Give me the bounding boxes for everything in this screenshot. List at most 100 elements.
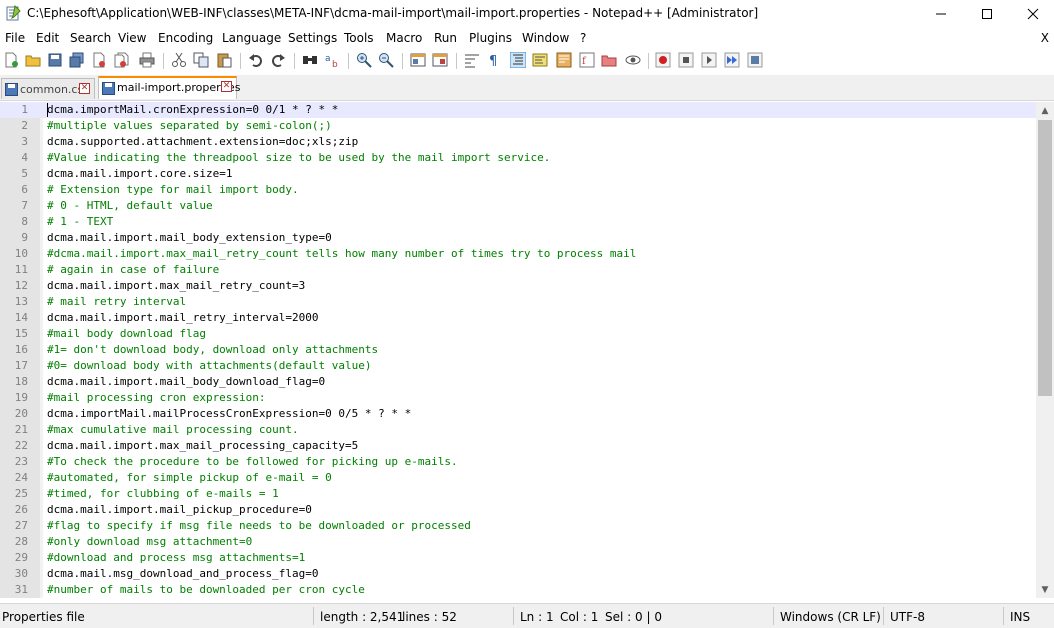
code-line[interactable]: 28 #only download msg attachment=0 xyxy=(0,534,1036,550)
paste-icon[interactable] xyxy=(216,52,232,68)
print-icon[interactable] xyxy=(139,52,155,68)
menu-help[interactable]: ? xyxy=(580,31,586,45)
tab-mail-import-properties[interactable]: mail-import.properties ✕ xyxy=(98,76,241,99)
find-icon[interactable] xyxy=(302,52,318,68)
code-line[interactable]: 3 dcma.supported.attachment.extension=doc… xyxy=(0,134,1036,150)
document-map-icon[interactable] xyxy=(556,52,572,68)
save-macro-icon[interactable] xyxy=(747,52,763,68)
property-value: 2000 xyxy=(292,311,319,324)
line-number: 18 xyxy=(14,375,28,388)
vertical-scrollbar[interactable]: ▲ ▼ xyxy=(1036,102,1054,598)
close-window-button[interactable] xyxy=(1010,0,1054,28)
menu-run[interactable]: Run xyxy=(434,31,457,45)
folder-as-workspace-icon[interactable] xyxy=(601,52,617,68)
menu-tools[interactable]: Tools xyxy=(344,31,374,45)
run-macro-multiple-icon[interactable] xyxy=(724,52,740,68)
code-line[interactable]: 13 # mail retry interval xyxy=(0,294,1036,310)
tab-close-icon[interactable]: ✕ xyxy=(221,81,232,92)
notepadpp-icon xyxy=(6,5,21,21)
menu-file[interactable]: File xyxy=(5,31,25,45)
code-line[interactable]: 1 dcma.importMail.cronExpression=0 0/1 * … xyxy=(0,102,1036,118)
sync-vertical-icon[interactable] xyxy=(410,52,426,68)
editor[interactable]: 1 dcma.importMail.cronExpression=0 0/1 * … xyxy=(0,102,1036,598)
copy-icon[interactable] xyxy=(193,52,209,68)
play-macro-icon[interactable] xyxy=(701,52,717,68)
code-line[interactable]: 22 dcma.mail.import.max_mail_processing_c… xyxy=(0,438,1036,454)
redo-icon[interactable] xyxy=(270,52,286,68)
zoom-in-icon[interactable] xyxy=(356,52,372,68)
record-macro-icon[interactable] xyxy=(655,52,671,68)
code-line[interactable]: 18 dcma.mail.import.mail_body_download_fl… xyxy=(0,374,1036,390)
code-line[interactable]: 14 dcma.mail.import.mail_retry_interval=2… xyxy=(0,310,1036,326)
save-all-icon[interactable] xyxy=(69,52,85,68)
menu-view[interactable]: View xyxy=(118,31,146,45)
word-wrap-icon[interactable] xyxy=(464,52,480,68)
minimize-button[interactable] xyxy=(918,0,964,28)
open-file-icon[interactable] xyxy=(25,52,41,68)
undo-icon[interactable] xyxy=(248,52,264,68)
code-line[interactable]: 6 # Extension type for mail import body. xyxy=(0,182,1036,198)
code-line[interactable]: 24 #automated, for simple pickup of e-mai… xyxy=(0,470,1036,486)
close-all-icon[interactable] xyxy=(113,52,129,68)
line-text: #only download msg attachment=0 xyxy=(47,535,252,548)
menu-window[interactable]: Window xyxy=(522,31,569,45)
line-text: #flag to specify if msg file needs to be… xyxy=(47,519,471,532)
code-line[interactable]: 30 dcma.mail.msg_download_and_process_fla… xyxy=(0,566,1036,582)
tab-common-css[interactable]: common.css ✕ xyxy=(1,78,95,99)
stop-macro-icon[interactable] xyxy=(678,52,694,68)
code-line[interactable]: 23 #To check the procedure to be followed… xyxy=(0,454,1036,470)
comment-text: #multiple values separated by semi-colon… xyxy=(47,119,332,132)
indent-guide-icon[interactable] xyxy=(510,52,526,68)
cut-icon[interactable] xyxy=(171,52,187,68)
sync-horizontal-icon[interactable] xyxy=(432,52,448,68)
code-line[interactable]: 2 #multiple values separated by semi-colo… xyxy=(0,118,1036,134)
code-line[interactable]: 7 # 0 - HTML, default value xyxy=(0,198,1036,214)
code-line[interactable]: 8 # 1 - TEXT xyxy=(0,214,1036,230)
code-line[interactable]: 11 # again in case of failure xyxy=(0,262,1036,278)
close-document-button[interactable]: X xyxy=(1041,31,1049,45)
menu-search[interactable]: Search xyxy=(70,31,111,45)
show-all-characters-icon[interactable]: ¶ xyxy=(486,52,502,68)
code-line[interactable]: 9 dcma.mail.import.mail_body_extension_ty… xyxy=(0,230,1036,246)
menu-edit[interactable]: Edit xyxy=(36,31,59,45)
menu-macro[interactable]: Macro xyxy=(386,31,422,45)
code-line[interactable]: 12 dcma.mail.import.max_mail_retry_count=… xyxy=(0,278,1036,294)
code-line[interactable]: 27 #flag to specify if msg file needs to … xyxy=(0,518,1036,534)
close-file-icon[interactable] xyxy=(91,52,107,68)
menu-settings[interactable]: Settings xyxy=(288,31,337,45)
code-line[interactable]: 15 #mail body download flag xyxy=(0,326,1036,342)
scroll-down-icon[interactable]: ▼ xyxy=(1036,581,1054,598)
zoom-out-icon[interactable] xyxy=(378,52,394,68)
maximize-button[interactable] xyxy=(964,0,1010,28)
code-line[interactable]: 31 #number of mails to be downloaded per … xyxy=(0,582,1036,598)
code-line[interactable]: 21 #max cumulative mail processing count. xyxy=(0,422,1036,438)
replace-icon[interactable]: ab xyxy=(324,52,340,68)
scrollbar-thumb[interactable] xyxy=(1038,120,1052,396)
menu-plugins[interactable]: Plugins xyxy=(469,31,512,45)
code-line[interactable]: 26 dcma.mail.import.mail_pickup_procedure… xyxy=(0,502,1036,518)
code-line[interactable]: 10 #dcma.mail.import.max_mail_retry_count… xyxy=(0,246,1036,262)
code-line[interactable]: 29 #download and process msg attachments=… xyxy=(0,550,1036,566)
user-defined-language-icon[interactable] xyxy=(532,52,548,68)
code-line[interactable]: 19 #mail processing cron expression: xyxy=(0,390,1036,406)
menu-language[interactable]: Language xyxy=(222,31,281,45)
code-line[interactable]: 20 dcma.importMail.mailProcessCronExpress… xyxy=(0,406,1036,422)
line-text: dcma.importMail.mailProcessCronExpressio… xyxy=(47,407,411,420)
scroll-up-icon[interactable]: ▲ xyxy=(1036,102,1054,119)
code-line[interactable]: 25 #timed, for clubbing of e-mails = 1 xyxy=(0,486,1036,502)
line-text: #download and process msg attachments=1 xyxy=(47,551,305,564)
equals-sign: = xyxy=(345,439,352,452)
code-line[interactable]: 5 dcma.mail.import.core.size=1 xyxy=(0,166,1036,182)
save-icon[interactable] xyxy=(47,52,63,68)
comment-text: # 1 - TEXT xyxy=(47,215,114,228)
function-list-icon[interactable]: f xyxy=(579,52,595,68)
monitoring-icon[interactable] xyxy=(625,52,641,68)
code-line[interactable]: 16 #1= don't download body, download only… xyxy=(0,342,1036,358)
code-line[interactable]: 4 #Value indicating the threadpool size t… xyxy=(0,150,1036,166)
line-text: dcma.mail.import.mail_body_download_flag… xyxy=(47,375,325,388)
tab-close-icon[interactable]: ✕ xyxy=(79,83,90,94)
menu-encoding[interactable]: Encoding xyxy=(158,31,213,45)
code-line[interactable]: 17 #0= download body with attachments(def… xyxy=(0,358,1036,374)
property-value: 0 xyxy=(325,231,332,244)
new-file-icon[interactable] xyxy=(3,52,19,68)
